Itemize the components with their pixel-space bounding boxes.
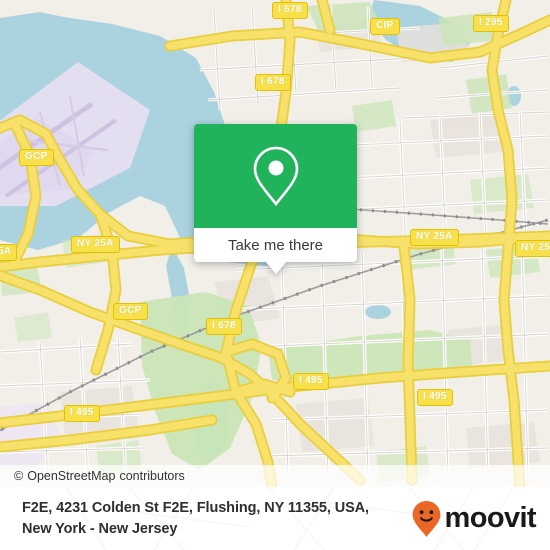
highway-shield: I 295 — [473, 15, 509, 32]
callout-pointer-tail — [264, 261, 287, 274]
highway-shield: I 495 — [64, 405, 100, 422]
address-line-1: F2E, 4231 Colden St F2E, Flushing, NY 11… — [22, 499, 369, 516]
highway-shield: GCP — [19, 149, 54, 166]
contributors-label: contributors — [119, 469, 185, 483]
map-share-card: I 678 CIP I 295 I 678 GCP NY 25A NY 25A NY 25 5A… — [0, 0, 550, 550]
highway-shield: I 495 — [417, 389, 453, 406]
osm-attribution: © OpenStreetMap contributors — [0, 465, 550, 487]
take-me-there-button[interactable]: Take me there — [194, 228, 357, 274]
address-line-2: New York - New Jersey — [22, 520, 178, 537]
map-pin-icon — [253, 146, 298, 207]
openstreetmap-link[interactable]: OpenStreetMap — [27, 469, 115, 483]
highway-shield: CIP — [370, 18, 400, 35]
highway-shield: I 495 — [293, 373, 329, 390]
highway-shield: I 678 — [255, 74, 291, 91]
footer-bar: F2E, 4231 Colden St F2E, Flushing, NY 11… — [0, 487, 550, 550]
highway-shield: I 678 — [206, 318, 242, 335]
highway-shield: NY 25A — [71, 236, 120, 253]
take-me-there-label: Take me there — [227, 236, 324, 254]
moovit-smiley-pin-icon — [412, 500, 440, 537]
copyright-symbol: © — [14, 469, 24, 483]
moovit-wordmark: moovit — [444, 502, 537, 534]
moovit-logo: moovit — [411, 500, 538, 538]
map-canvas[interactable]: I 678 CIP I 295 I 678 GCP NY 25A NY 25A NY 25 5A… — [0, 0, 550, 487]
highway-shield: NY 25A — [410, 229, 459, 246]
address-block: F2E, 4231 Colden St F2E, Flushing, NY 11… — [22, 498, 411, 540]
highway-shield: I 678 — [272, 2, 308, 19]
location-callout-card[interactable]: Take me there — [194, 124, 357, 274]
highway-shield: NY 25 — [515, 240, 550, 257]
highway-shield: 5A — [0, 244, 18, 261]
callout-image-panel — [194, 124, 357, 228]
highway-shield: GCP — [113, 303, 148, 320]
